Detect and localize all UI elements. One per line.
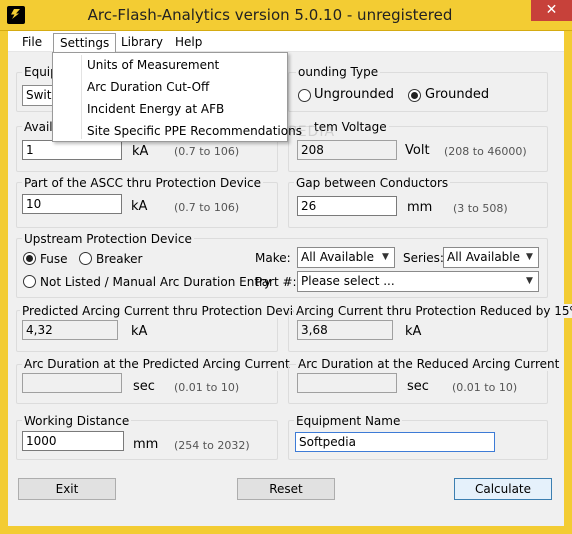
- make-select[interactable]: All Available ▼: [297, 247, 395, 268]
- gap-unit: mm: [407, 200, 433, 215]
- arc-duration-predicted-input[interactable]: [22, 373, 122, 393]
- system-voltage-input[interactable]: 208: [297, 140, 397, 160]
- make-label: Make:: [255, 251, 291, 265]
- gap-range: (3 to 508): [453, 202, 508, 215]
- menu-bar: File Settings Library Help: [8, 31, 564, 52]
- manual-arc-duration-radio[interactable]: [23, 275, 36, 288]
- available-fault-input[interactable]: 1: [22, 140, 122, 160]
- close-button[interactable]: ✕: [531, 0, 572, 21]
- available-fault-range: (0.7 to 106): [174, 145, 240, 158]
- menu-file[interactable]: File: [16, 33, 48, 52]
- system-voltage-unit: Volt: [405, 143, 430, 158]
- menu-units-of-measurement[interactable]: Units of Measurement: [87, 55, 219, 75]
- predicted-arcing-output: 4,32: [22, 320, 118, 340]
- arc-duration-predicted-label: Arc Duration at the Predicted Arcing Cur…: [22, 357, 292, 371]
- reduced-arcing-output: 3,68: [297, 320, 393, 340]
- equipment-name-input[interactable]: Softpedia: [295, 432, 495, 452]
- predicted-arcing-unit: kA: [131, 324, 148, 339]
- arc-duration-predicted-unit: sec: [133, 379, 155, 394]
- working-distance-label: Working Distance: [22, 414, 132, 428]
- upstream-device-label: Upstream Protection Device: [22, 232, 194, 246]
- arc-duration-predicted-range: (0.01 to 10): [174, 381, 240, 394]
- reduced-arcing-label: Arcing Current thru Protection Reduced b…: [294, 304, 572, 318]
- series-chevron-down-icon: ▼: [526, 252, 533, 262]
- exit-button[interactable]: Exit: [18, 478, 116, 500]
- manual-arc-duration-label[interactable]: Not Listed / Manual Arc Duration Entry: [40, 275, 271, 289]
- ungrounded-label[interactable]: Ungrounded: [314, 88, 394, 102]
- arc-duration-reduced-input[interactable]: [297, 373, 397, 393]
- breaker-label[interactable]: Breaker: [96, 252, 142, 266]
- menu-site-specific-ppe[interactable]: Site Specific PPE Recommendations: [87, 121, 302, 141]
- fuse-radio[interactable]: [23, 252, 36, 265]
- ungrounded-radio[interactable]: [298, 89, 311, 102]
- menu-help[interactable]: Help: [169, 33, 208, 52]
- arc-duration-reduced-label: Arc Duration at the Reduced Arcing Curre…: [296, 357, 562, 371]
- reduced-arcing-unit: kA: [405, 324, 422, 339]
- breaker-radio[interactable]: [79, 252, 92, 265]
- menu-icon-gutter: [81, 55, 82, 139]
- calculate-button[interactable]: Calculate: [454, 478, 552, 500]
- system-voltage-range: (208 to 46000): [444, 145, 527, 158]
- window-frame-left: [0, 31, 8, 534]
- window-title: Arc-Flash-Analytics version 5.0.10 - unr…: [87, 6, 453, 24]
- grounded-radio[interactable]: [408, 89, 421, 102]
- menu-arc-duration-cutoff[interactable]: Arc Duration Cut-Off: [87, 77, 209, 97]
- window-frame-bottom: [0, 526, 572, 534]
- part-number-label: Part #:: [255, 275, 297, 289]
- part-chevron-down-icon: ▼: [526, 276, 533, 286]
- ascc-part-range: (0.7 to 106): [174, 201, 240, 214]
- settings-dropdown-menu: Units of Measurement Arc Duration Cut-Of…: [52, 52, 302, 142]
- arc-duration-reduced-range: (0.01 to 10): [452, 381, 518, 394]
- ascc-part-input[interactable]: 10: [22, 194, 122, 214]
- menu-settings[interactable]: Settings: [53, 33, 117, 52]
- fuse-label[interactable]: Fuse: [40, 252, 68, 266]
- window-frame-right: [564, 31, 572, 534]
- working-distance-input[interactable]: 1000: [22, 431, 124, 451]
- arc-duration-reduced-unit: sec: [407, 379, 429, 394]
- working-distance-range: (254 to 2032): [174, 439, 250, 452]
- part-number-select[interactable]: Please select ... ▼: [297, 271, 539, 292]
- series-select[interactable]: All Available ▼: [443, 247, 539, 268]
- gap-label: Gap between Conductors: [294, 176, 451, 190]
- series-label: Series:: [403, 251, 444, 265]
- available-fault-unit: kA: [132, 144, 149, 159]
- reset-button[interactable]: Reset: [237, 478, 335, 500]
- ascc-part-unit: kA: [131, 199, 148, 214]
- predicted-arcing-label: Predicted Arcing Current thru Protection…: [20, 304, 310, 318]
- equipment-name-label: Equipment Name: [294, 414, 403, 428]
- gap-input[interactable]: 26: [297, 196, 397, 216]
- menu-library[interactable]: Library: [115, 33, 169, 52]
- menu-incident-energy-afb[interactable]: Incident Energy at AFB: [87, 99, 224, 119]
- make-chevron-down-icon: ▼: [382, 252, 389, 262]
- grounded-label[interactable]: Grounded: [425, 88, 489, 102]
- ascc-part-label: Part of the ASCC thru Protection Device: [22, 176, 264, 190]
- grounding-type-label: ounding Type: [296, 65, 381, 79]
- working-distance-unit: mm: [133, 437, 159, 452]
